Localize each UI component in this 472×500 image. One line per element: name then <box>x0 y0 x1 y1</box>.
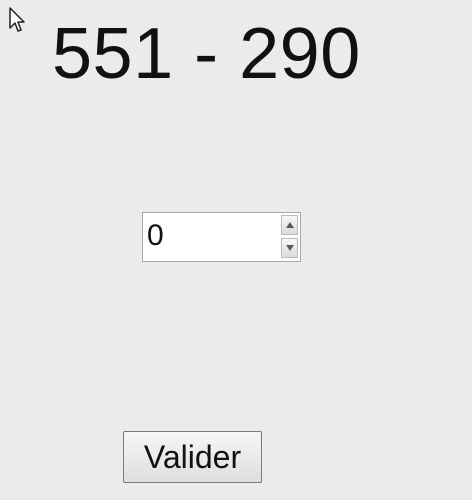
increment-button[interactable] <box>281 215 298 235</box>
arrow-down-icon <box>286 245 294 251</box>
answer-number-input[interactable]: 0 <box>142 212 301 262</box>
mouse-pointer-icon <box>9 7 25 32</box>
decrement-button[interactable] <box>281 238 298 258</box>
validate-button[interactable]: Valider <box>123 431 262 483</box>
answer-value[interactable]: 0 <box>147 219 164 253</box>
arrow-up-icon <box>286 222 294 228</box>
exercise-equation: 551 - 290 <box>52 14 361 94</box>
